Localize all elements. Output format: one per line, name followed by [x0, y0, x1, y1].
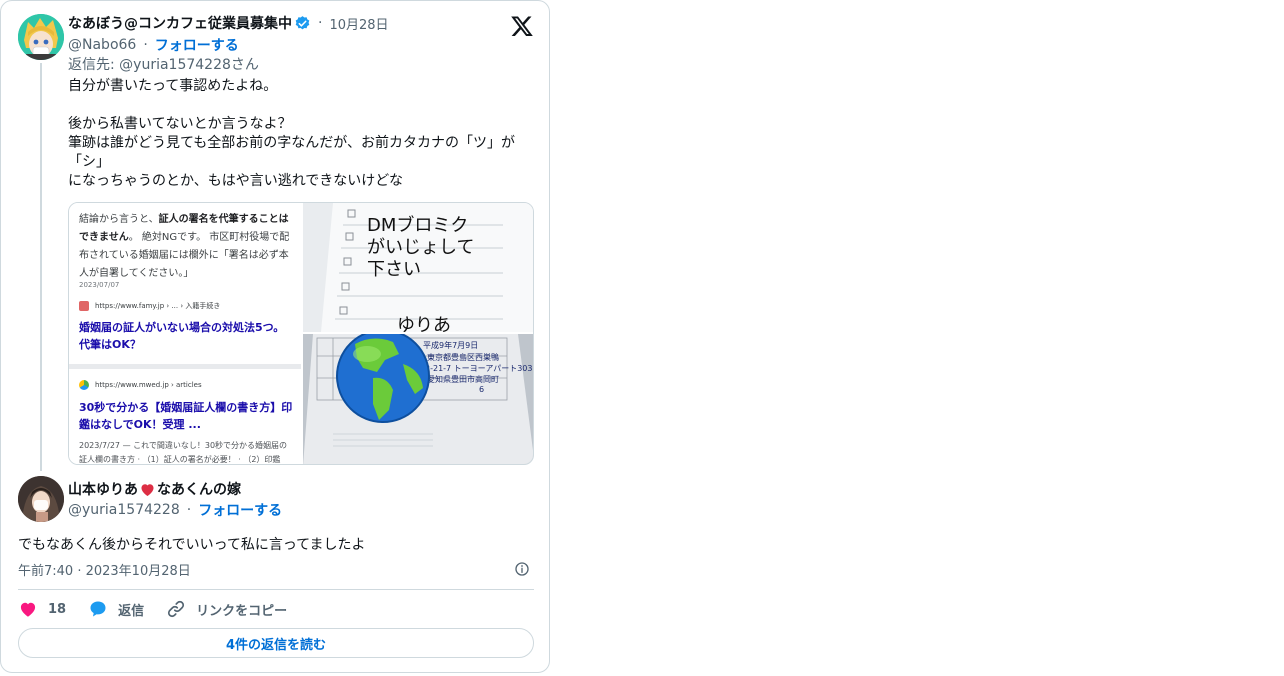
reply-to-label[interactable]: 返信先: @yuria1574228さん [68, 54, 259, 74]
thread-connector-line [40, 63, 42, 471]
tweet-text-line: になっちゃうのとか、もはや言い逃れできないけどな [68, 173, 404, 189]
info-icon[interactable] [514, 561, 530, 577]
separator-dot: · [318, 15, 323, 31]
form-line: 6 [479, 385, 484, 394]
reply-button[interactable]: 返信 [88, 599, 144, 619]
site-favicon-icon [79, 380, 89, 390]
reply-tweet-text: でもなあくん後からそれでいいって私に言ってましたよ [18, 537, 366, 553]
tweet-text-line: 後から私書いてないとか言うなよ？ [68, 116, 292, 132]
follow-reply-button[interactable]: フォローする [198, 500, 282, 520]
screenshot-url-2: https://www.mwed.jp › articles [79, 380, 202, 390]
parent-author-avatar[interactable] [18, 14, 64, 60]
parent-author-handle[interactable]: @Nabo66 [68, 37, 136, 53]
red-heart-emoji-icon [141, 483, 154, 496]
memo-line: がいじょして [367, 237, 474, 258]
screenshot-url-1: https://www.famy.jp › ... › 入籍手続き [79, 301, 220, 311]
reply-label: 返信 [118, 603, 145, 619]
reply-author-handle[interactable]: @yuria1574228 [68, 502, 180, 518]
tweet-actions: 18 返信 リンクをコピー [18, 597, 309, 621]
parent-tweet-text: 自分が書いたって事認めたよね。 後から私書いてないとか言うなよ？ 筆跡は誰がどう… [68, 77, 528, 191]
tweet-text-line: 自分が書いたって事認めたよね。 [68, 78, 278, 94]
screenshot-intro-text: 結論から言うと、証人の署名を代筆することはできません。 絶対NGです。 市区町村… [79, 214, 290, 279]
tweet-text-line: 筆跡は誰がどう見ても全部お前の字なんだが、お前カタカナの「ツ」が [68, 135, 516, 151]
reply-tweet-timestamp[interactable]: 午前7:40 · 2023年10月28日 [18, 560, 191, 579]
media-marriage-form-photo[interactable]: 平成9年7月9日 東京都豊島区西巣鴨 2-21-7 トーヨーアパート303 愛知… [303, 334, 533, 464]
memo-line: DMブロミク [367, 214, 468, 236]
memo-line: 下さい [367, 259, 421, 280]
speech-bubble-icon [90, 601, 106, 617]
screenshot-link-2: 30秒で分かる【婚姻届証人欄の書き方】印鑑はなしでOK！受理 ... [79, 401, 293, 431]
follow-parent-button[interactable]: フォローする [155, 35, 239, 55]
parent-author-name[interactable]: なあぼう@コンカフェ従業員募集中 [68, 13, 292, 33]
tweet-media-grid: 結論から言うと、証人の署名を代筆することはできません。 絶対NGです。 市区町村… [68, 202, 534, 465]
embedded-tweet-card: なあぼう@コンカフェ従業員募集中 · 10月28日 @Nabo66 · フォロー… [0, 0, 550, 673]
copy-link-button[interactable]: リンクをコピー [166, 599, 287, 619]
screenshot-divider [69, 364, 301, 369]
media-search-screenshot[interactable]: 結論から言うと、証人の署名を代筆することはできません。 絶対NGです。 市区町村… [69, 203, 301, 464]
screenshot-date: 2023/07/07 [79, 281, 120, 289]
heart-icon [20, 602, 36, 617]
tweet-text-line: 「シ」 [68, 154, 110, 170]
site-favicon-icon [79, 301, 89, 311]
like-count: 18 [48, 601, 67, 617]
parent-tweet-header: なあぼう@コンカフェ従業員募集中 · 10月28日 [68, 13, 389, 33]
form-line: 2-21-7 トーヨーアパート303 [425, 364, 532, 373]
form-line: 東京都豊島区西巣鴨 [427, 352, 499, 362]
form-line: 平成9年7月9日 [423, 340, 478, 350]
action-divider [18, 589, 534, 590]
media-handwritten-memo[interactable]: DMブロミク がいじょして 下さい ゆりあ [303, 203, 533, 332]
reply-author-name[interactable]: 山本ゆりあ なあくんの嫁 [68, 479, 241, 499]
link-icon [168, 600, 185, 618]
globe-emoji-icon [336, 334, 430, 423]
screenshot-link-1: 婚姻届の証人がいない場合の対処法5つ。代筆はOK？ [79, 321, 285, 351]
reply-handle-row: @yuria1574228 · フォローする [68, 500, 282, 520]
copy-link-label: リンクをコピー [196, 603, 288, 619]
form-line: 愛知県豊田市高岡町 [427, 374, 499, 384]
screenshot-snippet: 2023/7/27 — これで間違いなし！30秒で分かる婚姻届の証人欄の書き方 … [79, 441, 288, 464]
tweet-text-line [68, 96, 528, 115]
parent-handle-row: @Nabo66 · フォローする [68, 35, 239, 55]
x-logo-icon[interactable] [510, 14, 534, 38]
parent-tweet-date[interactable]: 10月28日 [329, 14, 388, 33]
reply-author-avatar[interactable] [18, 476, 64, 522]
separator-dot: · [186, 502, 192, 518]
like-button[interactable]: 18 [18, 599, 66, 619]
verified-badge-icon [295, 15, 310, 29]
memo-line: ゆりあ [397, 315, 451, 332]
separator-dot: · [143, 37, 148, 53]
read-replies-button[interactable]: 4件の返信を読む [18, 628, 534, 658]
